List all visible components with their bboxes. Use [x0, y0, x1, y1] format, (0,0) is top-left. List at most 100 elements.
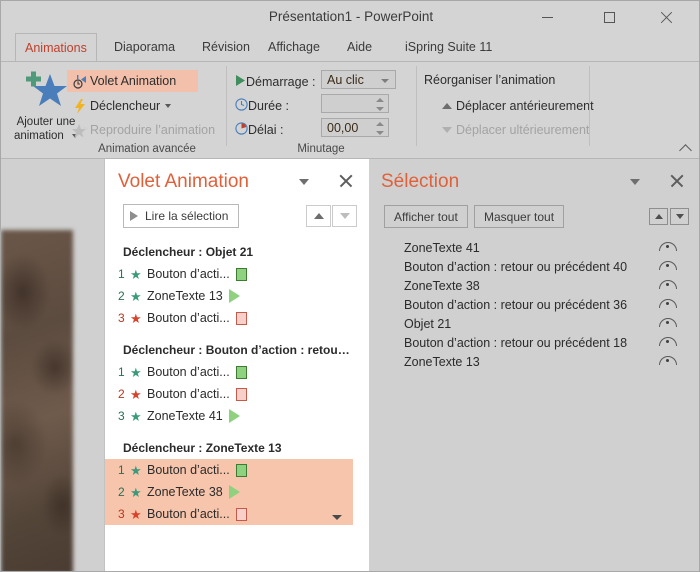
- timing-marker-square-pink[interactable]: [235, 311, 247, 325]
- trigger-header[interactable]: Déclencheur : ZoneTexte 13: [105, 437, 353, 459]
- reorder-animation-title: Réorganiser l’animation: [424, 73, 556, 87]
- tab-ispring-suite[interactable]: iSpring Suite 11: [396, 33, 501, 61]
- list-item[interactable]: ZoneTexte 38: [369, 276, 699, 295]
- selection-move-down-button[interactable]: [670, 208, 689, 225]
- tab-animations-label: Animations: [25, 41, 87, 55]
- selection-item-label: ZoneTexte 41: [404, 240, 480, 255]
- delay-stepper[interactable]: 00,00: [321, 118, 389, 137]
- animation-pane-toggle[interactable]: Volet Animation: [67, 70, 198, 92]
- animation-pane-toggle-label: Volet Animation: [90, 74, 177, 88]
- list-item[interactable]: Bouton d’action : retour ou précédent 40: [369, 257, 699, 276]
- timing-marker-square-green[interactable]: [235, 463, 247, 477]
- group-divider: [589, 66, 590, 146]
- tab-animations[interactable]: Animations: [15, 33, 97, 61]
- duration-stepper[interactable]: [321, 94, 389, 113]
- triangle-down-icon: [675, 214, 684, 219]
- selection-item-label: ZoneTexte 38: [404, 278, 480, 293]
- animation-row-label: ZoneTexte 38: [147, 485, 223, 499]
- animation-row[interactable]: 3 ★ Bouton d’acti...: [105, 503, 353, 525]
- ribbon: Ajouter une animation Volet Animation Dé…: [1, 61, 699, 158]
- animation-order-number: 3: [118, 507, 125, 521]
- trigger-header[interactable]: Déclencheur : Bouton d’action : retour o…: [105, 339, 353, 361]
- chevron-down-icon: [381, 79, 389, 83]
- selection-pane-options-menu[interactable]: [630, 179, 640, 185]
- selection-pane-title: Sélection: [381, 171, 460, 192]
- animation-row[interactable]: 3 ★ ZoneTexte 41: [105, 405, 353, 427]
- clock-icon: [235, 97, 248, 114]
- animation-order-number: 1: [118, 463, 125, 477]
- eye-visible-icon[interactable]: [657, 317, 679, 331]
- animation-row-label: Bouton d’acti...: [147, 387, 230, 401]
- spin-up-icon[interactable]: [375, 122, 384, 127]
- animation-move-earlier-button[interactable]: [306, 205, 331, 227]
- spin-down-icon[interactable]: [375, 130, 384, 135]
- list-item[interactable]: ZoneTexte 13: [369, 352, 699, 371]
- scroll-down-chevron-icon[interactable]: [332, 515, 342, 520]
- selection-item-label: Bouton d’action : retour ou précédent 36: [404, 297, 628, 312]
- close-button[interactable]: [643, 1, 687, 33]
- animation-pane-icon: [71, 74, 90, 89]
- selected-animation-group: 1 ★ Bouton d’acti... 2 ★ ZoneTexte 38 3 …: [105, 459, 353, 525]
- animation-row[interactable]: 1 ★ Bouton d’acti...: [105, 361, 353, 383]
- animation-row[interactable]: 2 ★ Bouton d’acti...: [105, 383, 353, 405]
- list-item[interactable]: ZoneTexte 41: [369, 238, 699, 257]
- delay-row: Délai :: [235, 119, 283, 140]
- tab-diaporama[interactable]: Diaporama: [105, 33, 184, 61]
- collapse-ribbon-button[interactable]: [675, 140, 695, 158]
- eye-visible-icon[interactable]: [657, 336, 679, 350]
- show-all-button[interactable]: Afficher tout: [384, 205, 468, 228]
- tab-aide[interactable]: Aide: [338, 33, 381, 61]
- animation-pane-close-button[interactable]: [337, 172, 355, 190]
- move-earlier-button[interactable]: Déplacer antérieurement: [433, 95, 598, 117]
- selection-move-up-button[interactable]: [649, 208, 668, 225]
- tab-revision[interactable]: Révision: [193, 33, 259, 61]
- delay-spin-buttons[interactable]: [372, 120, 387, 137]
- spin-down-icon[interactable]: [375, 106, 384, 111]
- list-item[interactable]: Bouton d’action : retour ou précédent 18: [369, 333, 699, 352]
- show-all-label: Afficher tout: [394, 209, 458, 224]
- duration-spin-buttons[interactable]: [372, 96, 387, 113]
- timing-marker-triangle-green[interactable]: [228, 409, 240, 423]
- list-item[interactable]: Bouton d’action : retour ou précédent 36: [369, 295, 699, 314]
- eye-visible-icon[interactable]: [657, 279, 679, 293]
- chevron-up-icon: [678, 144, 692, 157]
- timing-marker-square-pink[interactable]: [235, 507, 247, 521]
- minimize-icon: [541, 16, 553, 18]
- play-selection-button[interactable]: Lire la sélection: [123, 204, 240, 228]
- timing-marker-square-green[interactable]: [235, 365, 247, 379]
- group-divider: [226, 66, 227, 146]
- eye-visible-icon[interactable]: [657, 260, 679, 274]
- timing-marker-square-green[interactable]: [235, 267, 247, 281]
- spin-up-icon[interactable]: [375, 98, 384, 103]
- eye-visible-icon[interactable]: [657, 355, 679, 369]
- tab-affichage[interactable]: Affichage: [259, 33, 329, 61]
- maximize-button[interactable]: [587, 1, 631, 33]
- animation-row[interactable]: 1 ★ Bouton d’acti...: [105, 263, 353, 285]
- trigger-button[interactable]: Déclencheur: [67, 95, 175, 117]
- timing-marker-triangle-green[interactable]: [228, 289, 240, 303]
- add-animation-line2: animation: [13, 130, 64, 142]
- animation-order-number: 2: [118, 387, 125, 401]
- delay-value: 00,00: [327, 120, 359, 135]
- animation-pane-options-menu[interactable]: [299, 179, 309, 185]
- list-item[interactable]: Objet 21: [369, 314, 699, 333]
- hide-all-button[interactable]: Masquer tout: [474, 205, 565, 228]
- eye-visible-icon[interactable]: [657, 241, 679, 255]
- trigger-header[interactable]: Déclencheur : Objet 21: [105, 241, 353, 263]
- eye-visible-icon[interactable]: [657, 298, 679, 312]
- slide-image: [1, 230, 73, 571]
- animation-row[interactable]: 3 ★ Bouton d’acti...: [105, 307, 353, 329]
- powerpoint-window: Présentation1 - PowerPoint Animations Di…: [0, 0, 700, 572]
- triangle-down-icon: [339, 213, 350, 219]
- minimize-button[interactable]: [525, 1, 569, 33]
- timing-marker-triangle-green[interactable]: [228, 485, 240, 499]
- animation-row[interactable]: 2 ★ ZoneTexte 38: [105, 481, 353, 503]
- start-dropdown[interactable]: Au clic: [321, 70, 396, 89]
- animation-row[interactable]: 1 ★ Bouton d’acti...: [105, 459, 353, 481]
- selection-pane-close-button[interactable]: [668, 172, 686, 190]
- animation-row[interactable]: 2 ★ ZoneTexte 13: [105, 285, 353, 307]
- star-exit-icon: ★: [130, 310, 142, 326]
- tab-revision-label: Révision: [202, 40, 250, 54]
- timing-marker-square-pink[interactable]: [235, 387, 247, 401]
- star-entrance-icon: ★: [130, 364, 142, 380]
